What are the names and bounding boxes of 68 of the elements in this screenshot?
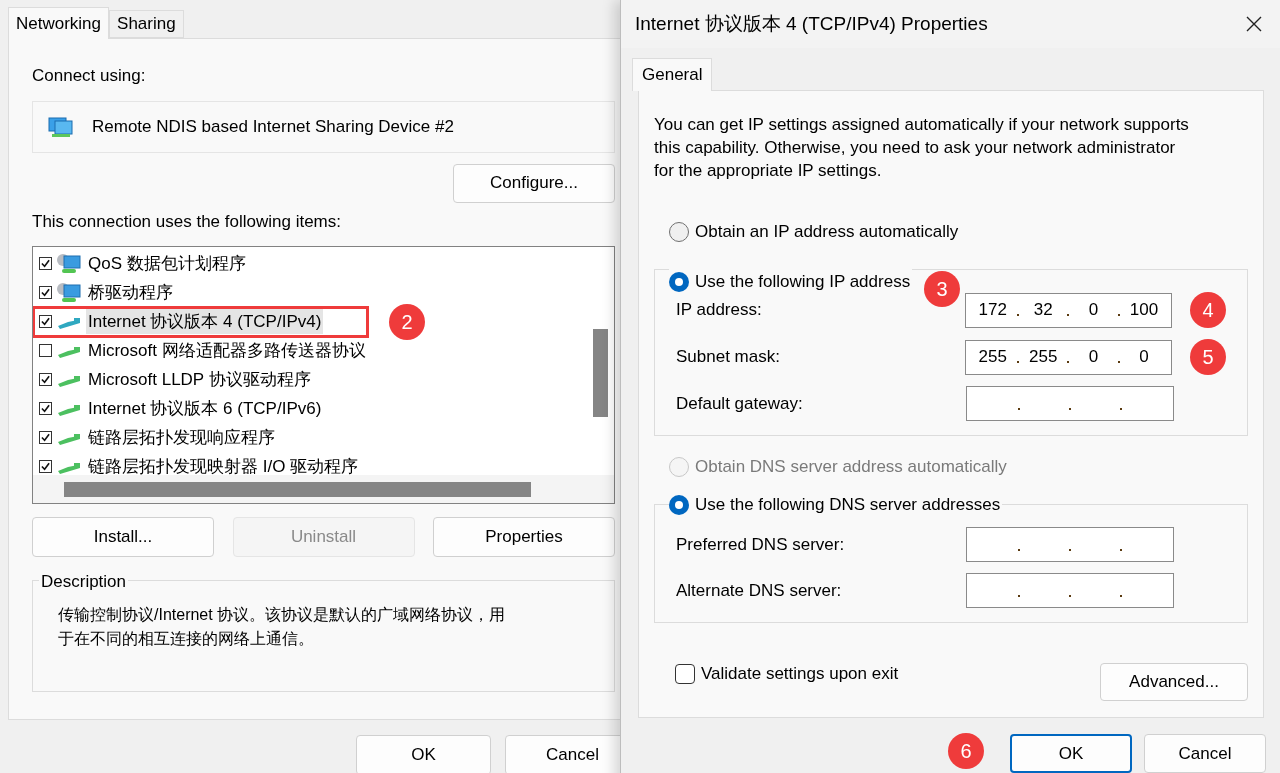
list-item[interactable]: Internet 协议版本 6 (TCP/IPv6): [86, 395, 324, 422]
dialog-button[interactable]: Properties: [433, 517, 615, 557]
field-label: Preferred DNS server:: [676, 533, 846, 556]
dialog-button[interactable]: OK: [356, 735, 491, 773]
checkbox-label: Validate settings upon exit: [701, 663, 899, 686]
ip-address-field[interactable]: [966, 573, 1174, 608]
ip-octet: 0: [1088, 300, 1099, 320]
radio-button[interactable]: [669, 272, 689, 292]
checkbox[interactable]: [39, 402, 52, 415]
close-icon[interactable]: [1246, 16, 1262, 32]
ip-octet: 255: [1029, 347, 1058, 367]
list-item[interactable]: 链路层拓扑发现响应程序: [86, 424, 277, 451]
dialog-button[interactable]: OK: [1010, 734, 1132, 773]
vertical-scrollbar[interactable]: [593, 329, 608, 417]
tab[interactable]: Sharing: [109, 10, 184, 38]
ip-address-field[interactable]: [966, 527, 1174, 562]
radio-label: Use the following IP address: [695, 271, 911, 294]
list-item[interactable]: Microsoft 网络适配器多路传送器协议: [86, 337, 368, 364]
checkbox[interactable]: [39, 344, 52, 357]
field-label: Alternate DNS server:: [676, 579, 843, 602]
adapter-name: Remote NDIS based Internet Sharing Device #2: [92, 115, 454, 138]
checkbox[interactable]: [39, 460, 52, 473]
field-label: IP address:: [676, 299, 763, 322]
ip-octet: 100: [1129, 300, 1159, 320]
list-item[interactable]: QoS 数据包计划程序: [86, 250, 248, 277]
step-callout: 5: [1190, 339, 1226, 375]
list-item[interactable]: Microsoft LLDP 协议驱动程序: [86, 366, 313, 393]
radio-label: Obtain an IP address automatically: [695, 221, 959, 244]
checkbox[interactable]: [39, 373, 52, 386]
ip-address-field[interactable]: [966, 386, 1174, 421]
radio-label: Use the following DNS server addresses: [695, 494, 1001, 516]
ip-octet: 32: [1033, 300, 1053, 320]
dialog-button[interactable]: Configure...: [453, 163, 615, 203]
radio-label: Obtain DNS server address automatically: [695, 456, 1007, 479]
list-item[interactable]: 桥驱动程序: [86, 279, 175, 306]
tab[interactable]: Networking: [8, 7, 110, 39]
field-label: Subnet mask:: [676, 346, 781, 369]
radio-button[interactable]: [669, 494, 689, 515]
ip-octet: 255: [978, 347, 1007, 367]
intro-text: You can get IP settings assigned automatically if your network supports this capability. Otherwise, you need to ask your network administrator for the appropriate IP settings.: [654, 114, 1190, 182]
list-item[interactable]: Internet 协议版本 4 (TCP/IPv4): [86, 308, 324, 335]
list-item[interactable]: 链路层拓扑发现映射器 I/O 驱动程序: [86, 453, 361, 480]
ip-address-field[interactable]: 172 32 0 100: [964, 292, 1172, 328]
window-title: Internet 协议版本 4 (TCP/IPv4) Properties: [635, 11, 988, 36]
step-callout: 2: [389, 304, 425, 340]
dialog-button[interactable]: Advanced...: [1100, 663, 1248, 701]
checkbox[interactable]: [39, 315, 52, 328]
tab[interactable]: General: [632, 58, 713, 91]
ip-octet: 0: [1088, 347, 1099, 367]
dialog-button[interactable]: Install...: [32, 517, 214, 557]
ip-octet: 0: [1139, 347, 1149, 367]
ip-octet: 172: [978, 300, 1007, 320]
horizontal-scrollbar[interactable]: [33, 475, 614, 503]
step-callout: 4: [1190, 292, 1226, 328]
checkbox[interactable]: [39, 431, 52, 444]
step-callout: 3: [924, 271, 961, 307]
field-label: Default gateway:: [676, 392, 804, 415]
section-label: This connection uses the following items:: [32, 210, 342, 233]
step-callout: 6: [948, 732, 984, 769]
checkbox[interactable]: [39, 257, 52, 270]
ip-address-field[interactable]: 255 255 0 0: [964, 339, 1172, 375]
checkbox[interactable]: [39, 286, 52, 299]
dialog-button[interactable]: Cancel: [1144, 734, 1266, 773]
radio-button[interactable]: [669, 222, 689, 242]
network-adapter-icon: [48, 115, 74, 138]
checkbox[interactable]: [675, 664, 695, 684]
section-label: Connect using:: [32, 65, 147, 87]
description-text: 传输控制协议/Internet 协议。该协议是默认的广域网络协议，用于在不同的相互连接的网络上通信。: [58, 605, 507, 649]
